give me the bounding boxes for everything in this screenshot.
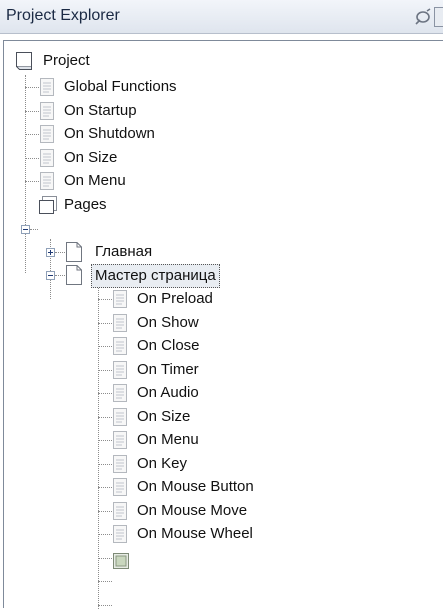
tree-line (98, 440, 112, 441)
tree-node-label: On Timer (137, 361, 199, 378)
tree-node-label: On Preload (137, 290, 213, 307)
tree-node-label: On Key (137, 455, 188, 472)
tree-node-label: On Close (137, 337, 200, 354)
tree-line (98, 285, 99, 609)
script-icon (40, 125, 54, 150)
tree-line (25, 111, 39, 112)
tree-node-label: Мастер страница (91, 264, 220, 288)
tree-line (98, 299, 112, 300)
tree-line (25, 134, 39, 135)
script-icon (113, 478, 127, 503)
tree-node-label: On Show (137, 314, 199, 331)
collapse-toggle-pages[interactable] (21, 225, 30, 234)
tree-node-label: On Mouse Move (137, 502, 248, 519)
collapse-toggle-page-master[interactable] (46, 271, 55, 280)
project-icon (14, 52, 34, 77)
tree-line (25, 158, 39, 159)
tree-line (98, 534, 112, 535)
pages-folder-icon (38, 196, 60, 221)
script-icon (113, 525, 127, 550)
tree-line (98, 487, 112, 488)
panel-title-bar: Project Explorer (0, 0, 443, 34)
tree-line (98, 417, 112, 418)
panel-title: Project Explorer (6, 7, 120, 24)
tree-line (98, 581, 112, 582)
tree-node-label: On Size (137, 408, 191, 425)
tree-line (98, 558, 112, 559)
project-tree-panel[interactable]: Project Global Functions On Startup On S… (3, 40, 443, 609)
tree-node-label: On Size (64, 149, 118, 166)
script-icon (40, 149, 54, 174)
pin-icon[interactable] (412, 7, 434, 27)
script-icon (113, 431, 127, 456)
tree-node-label: On Mouse Button (137, 478, 254, 495)
tree-line (55, 252, 65, 253)
script-icon (113, 502, 127, 527)
tree-node-label: Pages (64, 196, 107, 213)
tree-line (25, 181, 39, 182)
tree-line (98, 605, 112, 606)
script-icon (40, 172, 54, 197)
project-tree: Project Global Functions On Startup On S… (4, 41, 443, 609)
expand-toggle-page-main[interactable] (46, 248, 55, 257)
tree-node-label: On Menu (64, 172, 126, 189)
page-icon (66, 265, 82, 292)
tree-line (98, 511, 112, 512)
tree-line (25, 87, 39, 88)
script-icon (113, 290, 127, 315)
tree-node-label: On Startup (64, 102, 137, 119)
tree-node-label: Global Functions (64, 78, 177, 95)
tree-node-label: On Menu (137, 431, 199, 448)
tree-line (98, 393, 112, 394)
tree-line (98, 323, 112, 324)
script-icon (113, 314, 127, 339)
script-icon (113, 455, 127, 480)
object-icon (113, 553, 129, 576)
script-icon (113, 384, 127, 409)
tree-node-label: On Mouse Wheel (137, 525, 253, 542)
script-icon (113, 408, 127, 433)
tree-line (98, 464, 112, 465)
tree-line (55, 275, 65, 276)
tree-line (25, 75, 26, 273)
tree-node-label: On Audio (137, 384, 199, 401)
tree-line (30, 229, 38, 230)
script-icon (113, 337, 127, 362)
script-icon (40, 78, 54, 103)
tree-node-label: Главная (95, 243, 153, 260)
tree-line (98, 346, 112, 347)
script-icon (40, 102, 54, 127)
script-icon (113, 361, 127, 386)
close-icon[interactable] (434, 7, 443, 27)
tree-node-label: On Shutdown (64, 125, 155, 142)
tree-line (98, 370, 112, 371)
tree-node-label: Project (43, 52, 90, 69)
